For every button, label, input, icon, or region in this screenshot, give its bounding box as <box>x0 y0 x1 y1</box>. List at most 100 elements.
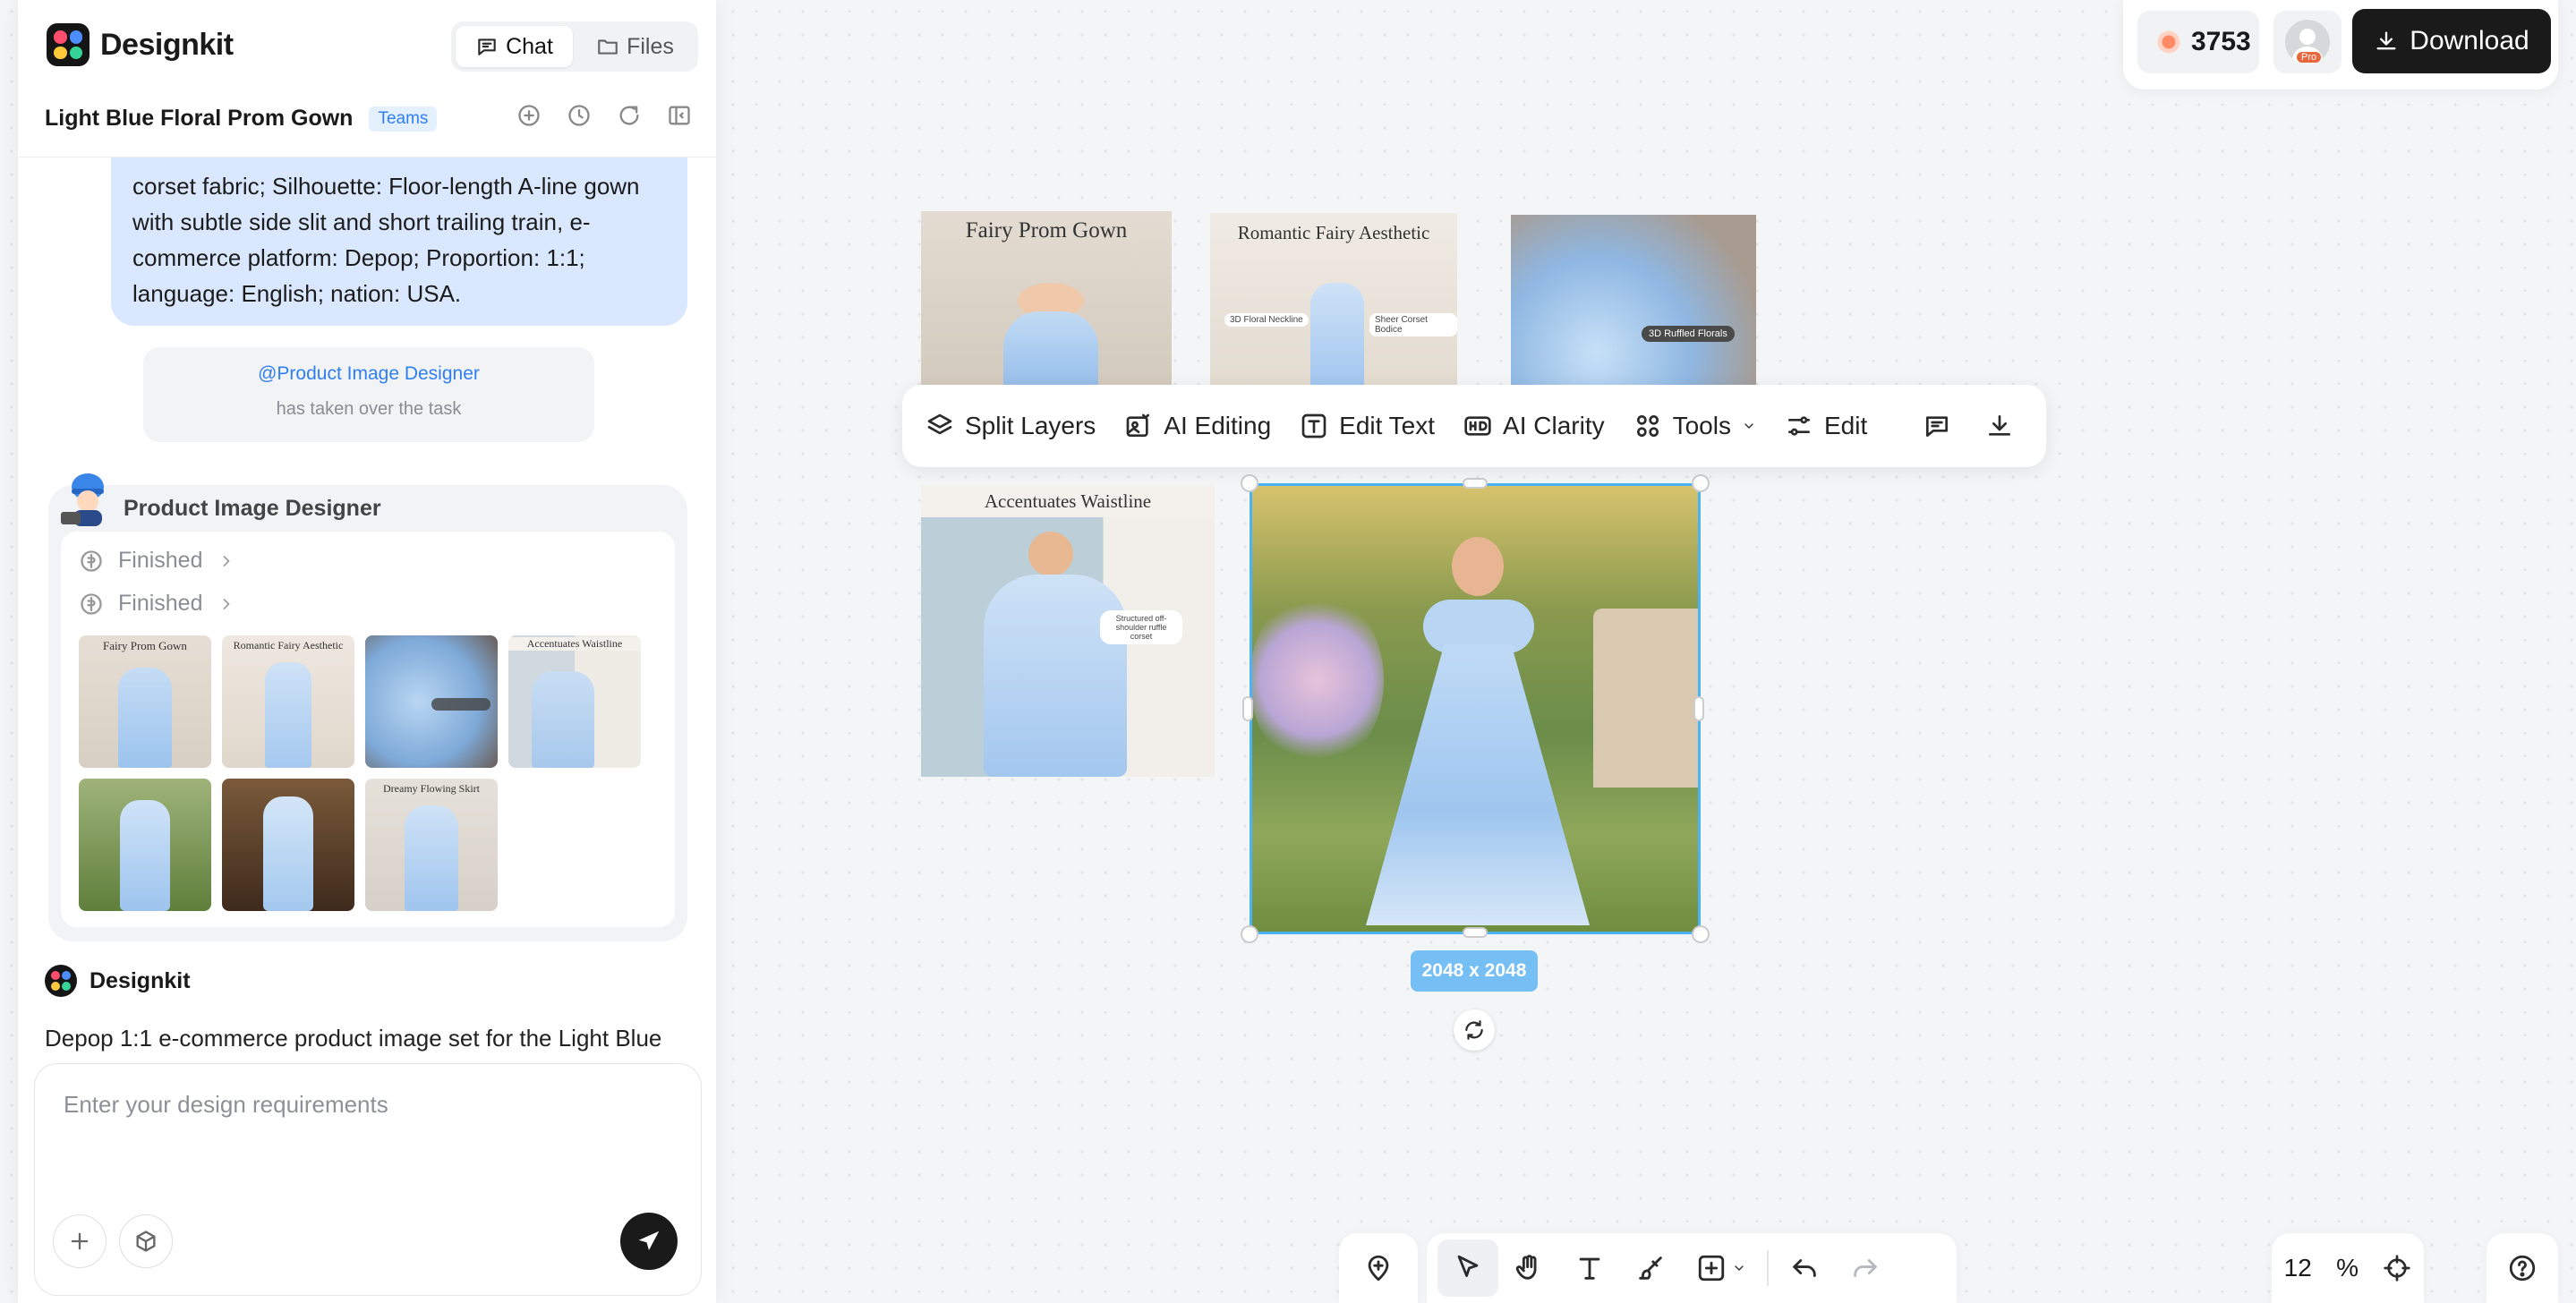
edit-label: Edit <box>1823 412 1868 439</box>
ai-editing-button[interactable]: AI Editing <box>1124 412 1271 440</box>
layers-icon <box>927 413 952 435</box>
redo-button[interactable] <box>1835 1239 1896 1297</box>
help-icon <box>2509 1255 2536 1282</box>
share-button[interactable] <box>616 102 643 129</box>
takeover-mention[interactable]: @Product Image Designer <box>143 363 594 385</box>
result-thumbnail[interactable] <box>365 635 498 768</box>
zoom-value[interactable]: 12 <box>2284 1254 2312 1282</box>
resize-handle-top[interactable] <box>1463 478 1488 489</box>
refresh-icon <box>1465 1020 1483 1040</box>
selection-frame[interactable] <box>1250 483 1701 934</box>
user-avatar[interactable]: Pro <box>2273 11 2341 73</box>
brand-name: Designkit <box>100 27 234 62</box>
canvas-image-caption: Romantic Fairy Aesthetic <box>1237 222 1430 243</box>
send-button[interactable] <box>620 1213 678 1270</box>
model-select-button[interactable] <box>119 1214 173 1268</box>
help-button[interactable] <box>2486 1233 2558 1303</box>
resize-handle-bottom[interactable] <box>1463 927 1488 938</box>
status-icon <box>81 592 102 615</box>
pro-badge: Pro <box>2297 52 2322 63</box>
tools-dropdown[interactable]: Tools <box>1633 412 1756 440</box>
image-toolbar: Split Layers AI Editing Edit Text AI Cla… <box>902 385 2046 467</box>
user-message-bubble: corset fabric; Silhouette: Floor-length … <box>111 158 687 326</box>
thumbnail-caption: Dreamy Flowing Skirt <box>383 782 480 795</box>
credits-display[interactable]: 3753 <box>2137 11 2259 73</box>
hd-icon <box>1464 416 1491 436</box>
resize-handle-right[interactable] <box>1693 696 1704 721</box>
designkit-avatar <box>45 965 77 997</box>
toolbar-divider <box>1767 1250 1769 1286</box>
split-layers-button[interactable]: Split Layers <box>925 412 1096 440</box>
clock-icon <box>568 105 590 126</box>
project-title: Light Blue Floral Prom Gown <box>45 106 354 131</box>
result-thumbnail[interactable] <box>79 779 211 911</box>
resize-handle-bottom-right[interactable] <box>1692 925 1710 943</box>
resize-handle-bottom-left[interactable] <box>1241 925 1258 943</box>
status-row-2[interactable]: Finished <box>79 591 235 617</box>
text-icon <box>1579 1257 1600 1280</box>
project-actions <box>516 102 693 129</box>
new-chat-button[interactable] <box>516 102 542 129</box>
add-marker-button[interactable] <box>1339 1233 1418 1303</box>
ai-edit-icon <box>1126 413 1150 437</box>
sliders-icon <box>1787 416 1810 436</box>
user-message-text: corset fabric; Silhouette: Floor-length … <box>132 173 640 307</box>
tab-files-label: Files <box>627 33 674 59</box>
result-thumbnail[interactable] <box>222 779 354 911</box>
canvas-image-accentuates-waistline[interactable]: Accentuates Waistline Structured off-sho… <box>921 485 1215 777</box>
status-row-1[interactable]: Finished <box>79 548 235 574</box>
canvas-image-ruffled-florals[interactable]: 3D Ruffled Florals <box>1511 215 1756 387</box>
plus-square-icon <box>1698 1255 1725 1282</box>
result-thumbnail[interactable]: Romantic Fairy Aesthetic <box>222 635 354 768</box>
agent-avatar <box>57 471 115 530</box>
chat-icon <box>478 38 496 55</box>
resize-handle-top-right[interactable] <box>1692 474 1710 492</box>
collapse-sidebar-button[interactable] <box>666 102 693 129</box>
brush-tool[interactable] <box>1620 1239 1681 1297</box>
download-image-button[interactable] <box>1985 412 2014 440</box>
edit-button[interactable]: Edit <box>1785 412 1867 440</box>
canvas-image-caption: Fairy Prom Gown <box>965 218 1128 243</box>
tab-files[interactable]: Files <box>576 26 694 67</box>
ai-clarity-button[interactable]: AI Clarity <box>1463 412 1605 440</box>
canvas-image-fairy-prom-gown[interactable]: Fairy Prom Gown <box>921 211 1172 387</box>
send-icon <box>638 1231 660 1250</box>
text-tool[interactable] <box>1559 1239 1620 1297</box>
add-attachment-button[interactable] <box>53 1214 107 1268</box>
rotate-button[interactable] <box>1454 1009 1495 1051</box>
agent-card: Product Image Designer Finished Finished… <box>48 473 687 941</box>
image-size-label: 2048 x 2048 <box>1411 950 1538 992</box>
result-thumbnail[interactable]: Accentuates Waistline <box>508 635 641 768</box>
status-label: Finished <box>118 548 203 573</box>
resize-handle-left[interactable] <box>1242 696 1253 721</box>
edit-text-label: Edit Text <box>1339 412 1436 439</box>
download-button[interactable]: Download <box>2352 9 2551 73</box>
comment-button[interactable] <box>1923 412 1951 440</box>
edit-text-button[interactable]: Edit Text <box>1300 412 1435 440</box>
tab-chat-label: Chat <box>506 33 553 59</box>
canvas-image-caption: Accentuates Waistline <box>984 490 1152 512</box>
undo-button[interactable] <box>1774 1239 1835 1297</box>
insert-dropdown[interactable] <box>1681 1239 1761 1297</box>
project-header: Light Blue Floral Prom Gown Teams <box>45 106 438 132</box>
chevron-down-icon <box>1744 423 1753 429</box>
plus-icon <box>71 1232 89 1250</box>
hand-icon <box>1515 1255 1537 1280</box>
design-requirements-input[interactable] <box>64 1091 672 1119</box>
canvas-image-romantic-fairy[interactable]: Romantic Fairy Aesthetic 3D Floral Neckl… <box>1210 213 1457 387</box>
tab-chat[interactable]: Chat <box>456 26 573 67</box>
select-tool[interactable] <box>1437 1239 1498 1297</box>
fit-to-screen-button[interactable] <box>2383 1254 2411 1282</box>
resize-handle-top-left[interactable] <box>1241 474 1258 492</box>
result-thumbnail[interactable]: Dreamy Flowing Skirt <box>365 779 498 911</box>
composer <box>34 1063 702 1296</box>
result-thumbnail[interactable]: Fairy Prom Gown <box>79 635 211 768</box>
thumbnail-caption: Accentuates Waistline <box>508 637 641 651</box>
chevron-down-icon <box>1735 1265 1744 1271</box>
thumbnail-caption: Fairy Prom Gown <box>103 639 187 652</box>
crosshair-icon <box>2384 1255 2411 1282</box>
undo-icon <box>1793 1259 1816 1277</box>
hand-tool[interactable] <box>1498 1239 1559 1297</box>
top-bar: 3753 Pro Download <box>2123 0 2558 89</box>
history-button[interactable] <box>566 102 593 129</box>
